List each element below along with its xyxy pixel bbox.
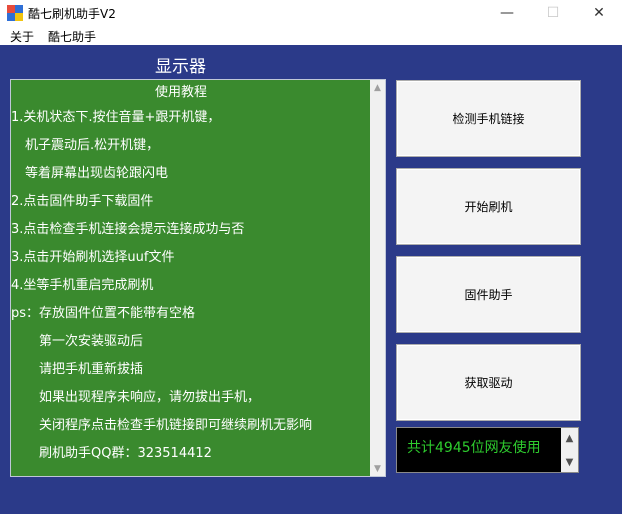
- scroll-up-icon[interactable]: ▲: [561, 428, 578, 448]
- tutorial-line: 1.关机状态下.按住音量+跟开机键，: [11, 110, 221, 125]
- tutorial-textbox[interactable]: 使用教程 1.关机状态下.按住音量+跟开机键， 机子震动后.松开机键， 等着屏幕…: [10, 79, 386, 477]
- menu-item-kuqi-helper[interactable]: 酷七助手: [48, 28, 96, 45]
- counter-scrollbar[interactable]: ▲ ▼: [561, 428, 578, 472]
- title-bar[interactable]: 酷七刷机助手V2 — ☐ ✕: [0, 0, 622, 27]
- maximize-icon: ☐: [546, 5, 560, 21]
- tutorial-line: 3.点击开始刷机选择uuf文件: [11, 250, 175, 265]
- tutorial-line: 等着屏幕出现齿轮跟闪电: [25, 166, 169, 181]
- close-icon: ✕: [593, 5, 605, 21]
- tutorial-line: 如果出现程序未响应，请勿拔出手机，: [39, 390, 261, 405]
- tutorial-content: 使用教程 1.关机状态下.按住音量+跟开机键， 机子震动后.松开机键， 等着屏幕…: [11, 80, 371, 476]
- get-driver-button[interactable]: 获取驱动: [396, 344, 581, 421]
- minimize-button[interactable]: —: [484, 0, 530, 26]
- tutorial-title: 使用教程: [154, 85, 207, 100]
- tutorial-line: 2.点击固件助手下载固件: [11, 194, 154, 209]
- maximize-button: ☐: [530, 0, 576, 26]
- tutorial-line: 4.坐等手机重启完成刷机: [11, 278, 154, 293]
- user-counter-text: 共计4945位网友使用: [407, 440, 541, 456]
- tutorial-line: 机子震动后.松开机键，: [25, 138, 160, 153]
- menu-item-about[interactable]: 关于: [10, 28, 34, 45]
- scroll-down-icon[interactable]: ▼: [370, 461, 385, 476]
- minimize-icon: —: [500, 5, 514, 21]
- scroll-down-icon[interactable]: ▼: [561, 452, 578, 472]
- app-icon: [7, 5, 23, 21]
- tutorial-line: 第一次安装驱动后: [39, 334, 144, 349]
- start-flash-button[interactable]: 开始刷机: [396, 168, 581, 245]
- tutorial-line: 刷机助手QQ群：323514412: [39, 446, 212, 461]
- tutorial-line: 关闭程序点击检查手机链接即可继续刷机无影响: [39, 418, 313, 433]
- close-button[interactable]: ✕: [576, 0, 622, 26]
- tutorial-line: 3.点击检查手机连接会提示连接成功与否: [11, 222, 245, 237]
- firmware-helper-button[interactable]: 固件助手: [396, 256, 581, 333]
- window-title: 酷七刷机助手V2: [28, 7, 116, 21]
- main-panel: 显示器 使用教程 1.关机状态下.按住音量+跟开机键， 机子震动后.松开机键， …: [0, 45, 622, 514]
- tutorial-scrollbar[interactable]: ▲ ▼: [370, 80, 385, 476]
- tutorial-line: ps：存放固件位置不能带有空格: [11, 306, 196, 321]
- tutorial-line: 请把手机重新拔插: [39, 362, 144, 377]
- scroll-up-icon[interactable]: ▲: [370, 80, 385, 95]
- user-counter-box[interactable]: 共计4945位网友使用 ▲ ▼: [396, 427, 579, 473]
- detect-phone-button[interactable]: 检测手机链接: [396, 80, 581, 157]
- menu-bar: 关于 酷七助手: [0, 26, 622, 45]
- display-label: 显示器: [155, 57, 206, 77]
